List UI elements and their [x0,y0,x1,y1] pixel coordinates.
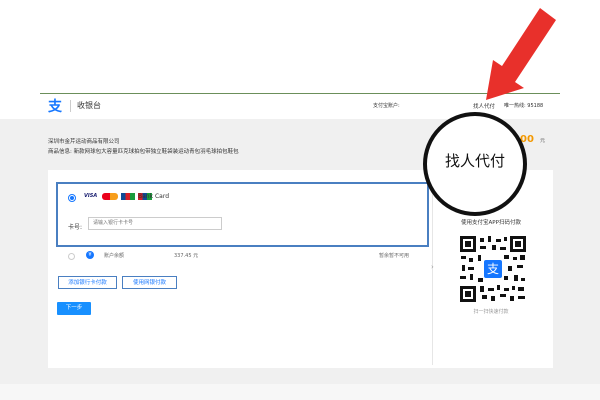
qr-code-icon: 支 [460,236,526,302]
online-bank-button[interactable]: 使用网银付款 [122,276,177,289]
bank-card-label: Bank Card [138,193,170,200]
alipay-logo-icon: 支 [48,99,62,115]
annotation-circle-text: 找人代付 [444,152,505,170]
annotation-circle: 找人代付 [423,112,527,216]
balance-option[interactable]: ¥ 账户余额 337.45 元 暂余暂不可用 [56,250,425,262]
blank-area [0,0,600,93]
merchant-name: 深圳市金芹运动商品有限公司 [48,139,120,145]
balance-label: 账户余额 [104,253,125,259]
balance-radio[interactable] [68,253,75,260]
svg-text:支: 支 [487,262,499,276]
visa-icon: VISA [82,193,100,200]
add-bank-card-button[interactable]: 添加银行卡付款 [58,276,117,289]
balance-status: 暂余暂不可用 [379,253,410,259]
account-label: 支付宝账户: [373,103,400,109]
hotline-text: 唯一热线: 95188 [504,103,544,109]
qr-caption: 扫一扫快速付款 [473,309,509,315]
bottom-strip [0,384,600,400]
card-number-input[interactable] [88,217,222,230]
balance-amount: 337.45 元 [174,253,199,259]
next-step-button[interactable]: 下一步 [57,302,91,315]
brand-title: 收银台 [70,100,101,112]
qr-pay-panel: 使用支付宝APP扫码付款 支 扫一扫快速付款 [446,210,536,330]
find-payer-link[interactable]: 找人代付 [473,102,495,110]
goods-info: 商品信息: 新款网球包大容量匹克球拍包带独立鞋袋装运动青包羽毛球拍包鞋包 [48,149,239,155]
balance-icon: ¥ [86,251,94,259]
qr-title: 使用支付宝APP扫码付款 [461,220,521,226]
bank-card-radio[interactable] [68,194,76,202]
jcb-icon [121,193,136,200]
mastercard-icon [102,193,119,200]
chevron-right-icon[interactable]: › [431,263,434,271]
bank-card-option[interactable]: VISA Bank Card 卡号: [56,182,429,247]
card-number-label: 卡号: [68,224,83,231]
currency-unit: 元 [540,138,546,144]
